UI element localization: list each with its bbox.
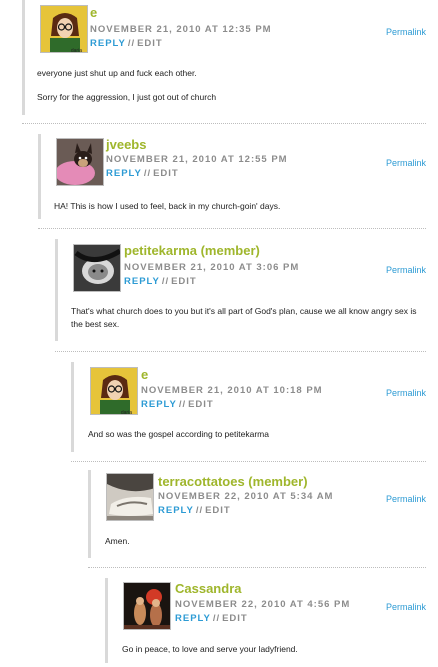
comment-body: And so was the gospel according to petit… (88, 428, 418, 452)
edit-link[interactable]: EDIT (205, 505, 231, 516)
action-separator: // (178, 399, 187, 410)
reply-link[interactable]: REPLY (141, 399, 177, 410)
comment-author[interactable]: Cassandra (175, 581, 241, 596)
comment-date: NOVEMBER 21, 2010 AT 12:35 PM (90, 24, 272, 35)
comment-divider (88, 567, 426, 568)
comment: daria e NOVEMBER 21, 2010 AT 12:35 PM RE… (22, 0, 438, 115)
thread-bar (38, 134, 41, 219)
avatar-cassandra[interactable] (123, 582, 171, 630)
comment-author[interactable]: terracottatoes (member) (158, 474, 308, 489)
avatar-daria[interactable]: daria (90, 367, 138, 415)
avatar-petitekarma[interactable] (73, 244, 121, 292)
comment: terracottatoes (member) NOVEMBER 22, 201… (88, 470, 438, 558)
edit-link[interactable]: EDIT (222, 613, 248, 624)
reply-link[interactable]: REPLY (90, 38, 126, 49)
edit-link[interactable]: EDIT (153, 168, 179, 179)
comment-divider (71, 461, 426, 462)
avatar-caption: daria (121, 410, 132, 415)
permalink[interactable]: Permalink (386, 27, 426, 37)
reply-link[interactable]: REPLY (124, 276, 160, 287)
action-separator: // (127, 38, 136, 49)
avatar-caption: daria (71, 48, 82, 53)
comment: jveebs NOVEMBER 21, 2010 AT 12:55 PM REP… (38, 134, 438, 219)
comment-text: Go in peace, to love and serve your lady… (122, 644, 298, 654)
comment: Cassandra NOVEMBER 22, 2010 AT 4:56 PM R… (105, 578, 438, 663)
comment-divider (38, 228, 426, 229)
comment-date: NOVEMBER 21, 2010 AT 10:18 PM (141, 385, 323, 396)
avatar-daria[interactable]: daria (40, 5, 88, 53)
reply-link[interactable]: REPLY (158, 505, 194, 516)
comment-actions: REPLY//EDIT (158, 505, 231, 516)
comment-text: And so was the gospel according to petit… (88, 429, 269, 439)
permalink[interactable]: Permalink (386, 265, 426, 275)
comment-text: everyone just shut up and fuck each othe… (37, 68, 197, 78)
comment-actions: REPLY//EDIT (124, 276, 197, 287)
permalink[interactable]: Permalink (386, 388, 426, 398)
comment-text: Amen. (105, 536, 130, 546)
comment-actions: REPLY//EDIT (90, 38, 163, 49)
comment-body: everyone just shut up and fuck each othe… (37, 67, 407, 115)
edit-link[interactable]: EDIT (171, 276, 197, 287)
thread-bar (55, 239, 58, 341)
edit-link[interactable]: EDIT (188, 399, 214, 410)
comment-body: Amen. (105, 535, 405, 559)
comment-text: HA! This is how I used to feel, back in … (54, 201, 281, 211)
permalink[interactable]: Permalink (386, 494, 426, 504)
thread-bar (105, 578, 108, 663)
avatar-terracottatoes[interactable] (106, 473, 154, 521)
comment: daria e NOVEMBER 21, 2010 AT 10:18 PM RE… (71, 362, 438, 452)
comment-body: HA! This is how I used to feel, back in … (54, 200, 414, 224)
action-separator: // (143, 168, 152, 179)
comment-author[interactable]: petitekarma (member) (124, 243, 260, 258)
avatar-jveebs[interactable] (56, 138, 104, 186)
comment-body: That's what church does to you but it's … (71, 305, 421, 342)
comment-divider (22, 123, 426, 124)
comment-text: That's what church does to you but it's … (71, 306, 417, 329)
thread-bar (71, 362, 74, 452)
comment-actions: REPLY//EDIT (106, 168, 179, 179)
thread-bar (22, 0, 25, 115)
action-separator: // (161, 276, 170, 287)
action-separator: // (212, 613, 221, 624)
comment-author[interactable]: jveebs (106, 137, 146, 152)
thread-bar (88, 470, 91, 558)
edit-link[interactable]: EDIT (137, 38, 163, 49)
permalink[interactable]: Permalink (386, 158, 426, 168)
comment-text: Sorry for the aggression, I just got out… (37, 92, 217, 102)
comment-author[interactable]: e (90, 5, 97, 20)
reply-link[interactable]: REPLY (175, 613, 211, 624)
permalink[interactable]: Permalink (386, 602, 426, 612)
comment: petitekarma (member) NOVEMBER 21, 2010 A… (55, 239, 438, 341)
comment-date: NOVEMBER 22, 2010 AT 4:56 PM (175, 599, 351, 610)
reply-link[interactable]: REPLY (106, 168, 142, 179)
action-separator: // (195, 505, 204, 516)
comment-date: NOVEMBER 21, 2010 AT 12:55 PM (106, 154, 288, 165)
comment-body: Go in peace, to love and serve your lady… (122, 643, 422, 667)
comment-actions: REPLY//EDIT (141, 399, 214, 410)
comment-date: NOVEMBER 21, 2010 AT 3:06 PM (124, 262, 300, 273)
comment-author[interactable]: e (141, 367, 148, 382)
comment-divider (55, 351, 426, 352)
comment-date: NOVEMBER 22, 2010 AT 5:34 AM (158, 491, 334, 502)
comment-actions: REPLY//EDIT (175, 613, 248, 624)
